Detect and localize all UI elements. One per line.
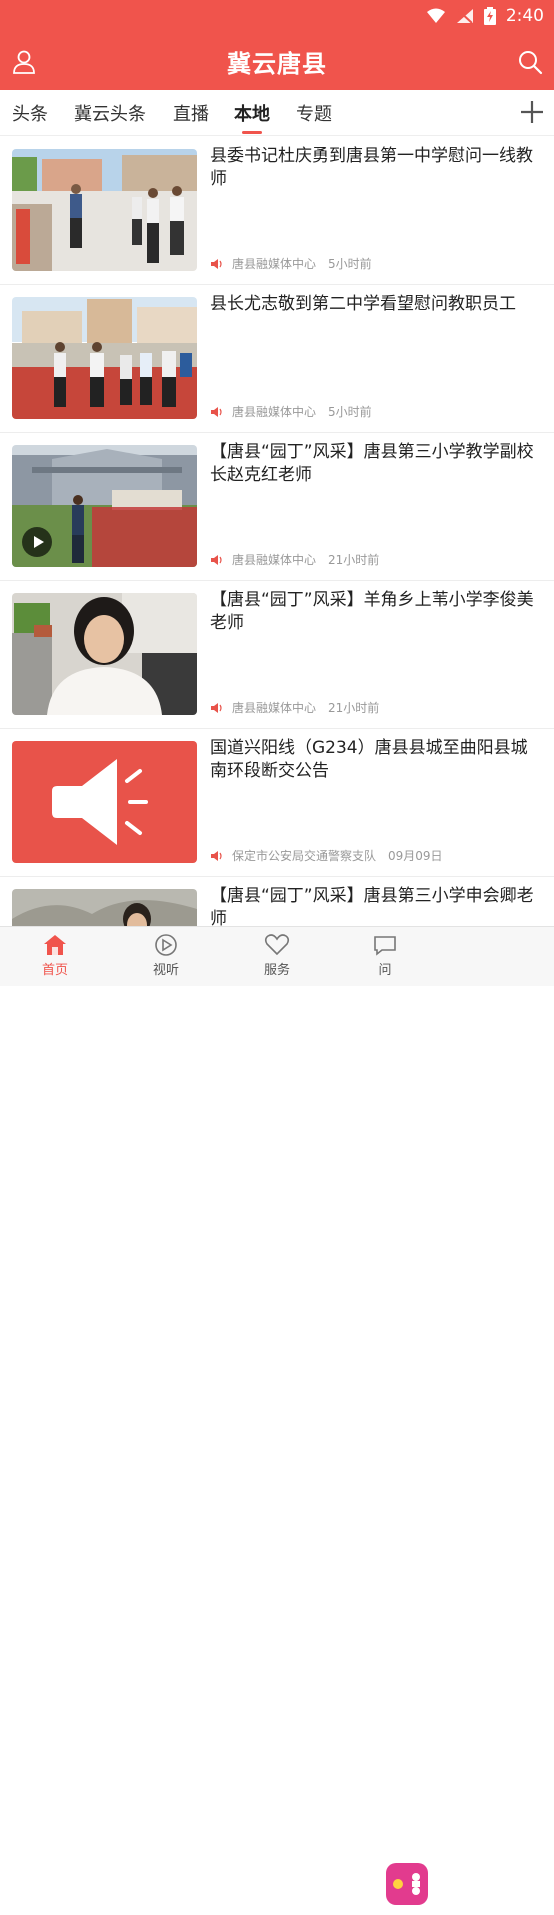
nav-ask[interactable]: 问 <box>345 933 425 978</box>
news-source: 唐县融媒体中心 <box>232 553 317 567</box>
news-item[interactable]: 【唐县“园丁”风采】唐县第三小学教学副校长赵克红老师 唐县融媒体中心 21小时前 <box>0 433 554 581</box>
tab-live[interactable]: 直播 <box>173 100 209 126</box>
nav-ask-label: 问 <box>378 963 392 978</box>
speaker-icon <box>211 850 222 861</box>
news-meta: 保定市公安局交通警察支队 09月09日 <box>210 847 443 864</box>
news-item[interactable]: 【唐县“园丁”风采】羊角乡上苇小学李俊美老师 唐县融媒体中心 21小时前 <box>0 581 554 729</box>
speaker-icon <box>211 554 222 565</box>
wifi-icon <box>426 8 445 23</box>
speaker-icon <box>211 406 222 417</box>
tab-jiyun-toutiao[interactable]: 冀云头条 <box>74 100 146 126</box>
nav-media[interactable]: 视听 <box>126 933 206 978</box>
clock: 2:40 <box>505 6 544 26</box>
active-tab-indicator <box>242 131 262 134</box>
news-item[interactable]: 【唐县“园丁”风采】唐县第三小学申会卿老师 <box>0 877 554 926</box>
news-thumbnail <box>12 297 197 419</box>
announcement-thumbnail <box>12 741 197 863</box>
news-meta: 唐县融媒体中心 5小时前 <box>210 403 372 420</box>
news-time: 5小时前 <box>328 257 372 271</box>
news-title[interactable]: 【唐县“园丁”风采】羊角乡上苇小学李俊美老师 <box>210 589 544 635</box>
news-thumbnail <box>12 889 197 926</box>
news-meta: 唐县融媒体中心 21小时前 <box>210 699 379 716</box>
news-thumbnail <box>12 445 197 567</box>
news-title[interactable]: 县长尤志敬到第二中学看望慰问教职员工 <box>210 293 544 316</box>
tab-toutiao[interactable]: 头条 <box>12 100 48 126</box>
heart-icon <box>264 934 290 956</box>
news-title[interactable]: 县委书记杜庆勇到唐县第一中学慰问一线教师 <box>210 145 544 191</box>
news-feed: 县委书记杜庆勇到唐县第一中学慰问一线教师 唐县融媒体中心 5小时前 县长尤志敬到… <box>0 137 554 926</box>
news-time: 21小时前 <box>328 553 380 567</box>
news-time: 5小时前 <box>328 405 372 419</box>
news-meta: 唐县融媒体中心 21小时前 <box>210 551 379 568</box>
search-icon[interactable] <box>516 48 544 76</box>
speaker-icon <box>211 258 222 269</box>
speaker-icon <box>211 702 222 713</box>
app-title: 冀云唐县 <box>227 50 327 78</box>
news-time: 21小时前 <box>328 701 380 715</box>
news-source: 唐县融媒体中心 <box>232 257 317 271</box>
status-bar: 2:40 <box>0 0 554 32</box>
news-meta: 唐县融媒体中心 5小时前 <box>210 255 372 272</box>
tab-topics[interactable]: 专题 <box>296 100 332 126</box>
nav-media-label: 视听 <box>152 963 179 978</box>
bottom-nav: 首页 视听 服务 问 <box>0 926 554 1905</box>
play-circle-icon <box>155 934 177 956</box>
home-icon <box>44 935 66 955</box>
news-source: 唐县融媒体中心 <box>232 405 317 419</box>
nav-home-label: 首页 <box>41 963 68 978</box>
news-thumbnail <box>12 149 197 271</box>
news-item[interactable]: 国道兴阳线（G234）唐县县城至曲阳县城南环段断交公告 保定市公安局交通警察支队… <box>0 729 554 877</box>
nav-home[interactable]: 首页 <box>15 933 95 978</box>
news-title[interactable]: 【唐县“园丁”风采】唐县第三小学教学副校长赵克红老师 <box>210 441 544 487</box>
watermark <box>386 1855 552 1911</box>
nav-services-label: 服务 <box>263 963 290 978</box>
news-item[interactable]: 县委书记杜庆勇到唐县第一中学慰问一线教师 唐县融媒体中心 5小时前 <box>0 137 554 285</box>
app-header: 冀云唐县 <box>0 32 554 90</box>
news-time: 09月09日 <box>388 849 443 863</box>
news-item[interactable]: 县长尤志敬到第二中学看望慰问教职员工 唐县融媒体中心 5小时前 <box>0 285 554 433</box>
category-tabs: 头条 冀云头条 直播 本地 专题 <box>0 90 554 136</box>
chat-icon <box>374 936 396 956</box>
news-source: 唐县融媒体中心 <box>232 701 317 715</box>
news-title[interactable]: 【唐县“园丁”风采】唐县第三小学申会卿老师 <box>210 885 544 926</box>
tab-local[interactable]: 本地 <box>234 100 270 126</box>
signal-off-icon <box>456 9 473 24</box>
status-icons: 2:40 <box>426 4 544 28</box>
news-thumbnail <box>12 593 197 715</box>
add-channel-icon[interactable] <box>518 98 546 126</box>
battery-charging-icon <box>483 7 496 25</box>
nav-services[interactable]: 服务 <box>237 933 317 978</box>
news-title[interactable]: 国道兴阳线（G234）唐县县城至曲阳县城南环段断交公告 <box>210 737 544 783</box>
play-video-icon[interactable] <box>22 527 52 557</box>
news-source: 保定市公安局交通警察支队 <box>232 849 377 863</box>
